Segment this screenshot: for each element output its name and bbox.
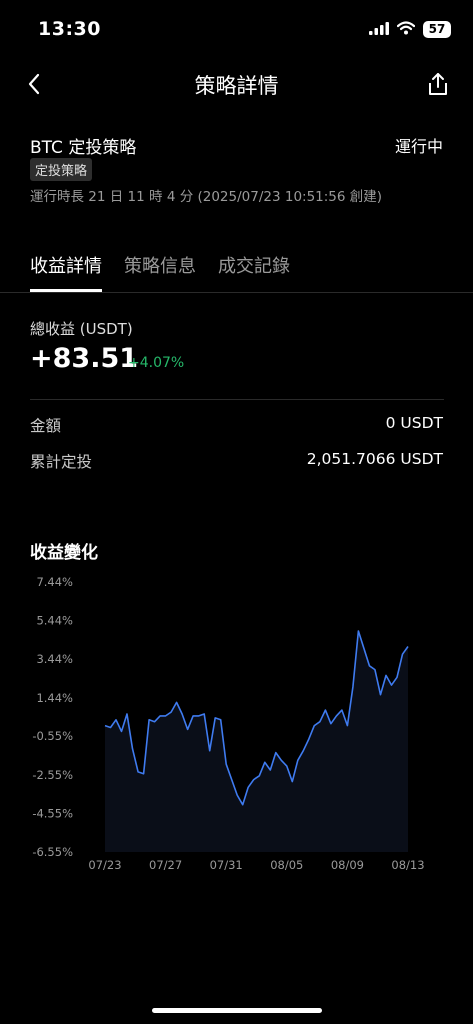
tab-bar: 收益詳情 策略信息 成交記錄 xyxy=(30,252,290,292)
profit-area xyxy=(105,631,408,852)
y-tick-label: 3.44% xyxy=(36,652,73,666)
share-button[interactable] xyxy=(425,70,451,98)
page-title: 策略詳情 xyxy=(194,74,279,98)
status-icons: 57 xyxy=(369,20,451,39)
x-tick-label: 07/27 xyxy=(149,858,182,872)
cumulative-investment-value: 2,051.7066 USDT xyxy=(306,450,443,468)
amount-value: 0 USDT xyxy=(385,414,443,432)
status-time: 13:30 xyxy=(38,18,101,40)
total-profit-value: +83.51 xyxy=(30,343,139,374)
x-tick-label: 08/05 xyxy=(270,858,303,872)
y-tick-label: 5.44% xyxy=(36,614,73,628)
y-tick-label: -6.55% xyxy=(32,845,73,859)
y-tick-label: 1.44% xyxy=(36,691,73,705)
chart-title: 收益變化 xyxy=(30,543,98,563)
profit-chart: 7.44% 5.44% 3.44% 1.44% -0.55% -2.55% -4.55% -6… xyxy=(32,575,424,872)
x-tick-label: 08/13 xyxy=(391,858,424,872)
total-profit-percent: +4.07% xyxy=(128,355,185,371)
share-icon xyxy=(429,73,447,95)
cumulative-investment-label: 累計定投 xyxy=(30,453,93,471)
amount-label: 金額 xyxy=(30,417,62,435)
y-tick-label: -0.55% xyxy=(32,729,73,743)
divider xyxy=(30,399,444,400)
tab-trade-records[interactable]: 成交記錄 xyxy=(218,252,290,292)
strategy-name: BTC 定投策略 xyxy=(30,138,137,158)
runtime-text: 運行時長 21 日 11 時 4 分 (2025/07/23 10:51:56 … xyxy=(30,189,383,205)
wifi-icon xyxy=(396,20,416,39)
total-profit-label: 總收益 (USDT) xyxy=(30,320,133,338)
divider xyxy=(0,292,473,293)
strategy-tag: 定投策略 xyxy=(30,158,93,181)
status-badge: 運行中 xyxy=(394,137,443,156)
x-tick-label: 07/23 xyxy=(88,858,121,872)
tab-profit-details[interactable]: 收益詳情 xyxy=(30,252,102,292)
y-tick-label: -2.55% xyxy=(32,768,73,782)
signal-icon xyxy=(369,20,389,39)
home-indicator[interactable] xyxy=(152,1008,322,1013)
x-tick-label: 07/31 xyxy=(210,858,243,872)
y-tick-label: -4.55% xyxy=(32,806,73,820)
y-tick-label: 7.44% xyxy=(36,575,73,589)
tab-strategy-info[interactable]: 策略信息 xyxy=(124,252,196,292)
battery-indicator: 57 xyxy=(423,21,451,38)
x-tick-label: 08/09 xyxy=(331,858,364,872)
